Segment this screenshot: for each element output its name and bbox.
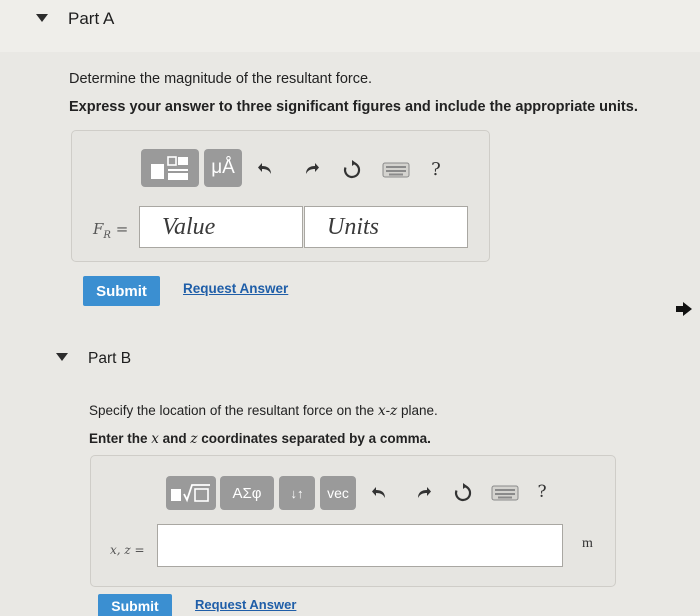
part-a-collapse-icon[interactable]: [36, 14, 48, 22]
coordinates-input[interactable]: [157, 524, 563, 567]
units-button[interactable]: μÅ: [204, 149, 242, 187]
part-b-title: Part B: [88, 350, 132, 367]
help-icon[interactable]: ?: [426, 157, 446, 181]
part-a-submit-button[interactable]: Submit: [83, 276, 160, 306]
units-symbol: μÅ: [211, 157, 235, 178]
reset-icon[interactable]: [340, 158, 364, 182]
mouse-cursor-icon: [676, 302, 692, 316]
keyboard-icon[interactable]: [381, 161, 411, 179]
part-a-question: Determine the magnitude of the resultant…: [69, 71, 373, 87]
fr-label: FR =: [93, 220, 129, 241]
part-b-question: Specify the location of the resultant fo…: [89, 403, 438, 419]
part-b-request-answer-link[interactable]: Request Answer: [195, 597, 296, 612]
reset-icon[interactable]: [451, 481, 475, 505]
part-a-request-answer-link[interactable]: Request Answer: [183, 281, 288, 296]
units-input[interactable]: Units: [304, 206, 468, 248]
part-b-submit-button[interactable]: Submit: [98, 594, 172, 616]
xz-label: x, z =: [110, 543, 145, 557]
part-b-instruction: Enter the x and z coordinates separated …: [89, 431, 431, 447]
value-input[interactable]: Value: [139, 206, 303, 248]
templates-button[interactable]: [141, 149, 199, 187]
templates-icon: [151, 156, 188, 180]
part-a-instruction: Express your answer to three significant…: [69, 99, 638, 115]
swap-button[interactable]: ↓↑: [279, 476, 315, 510]
redo-icon[interactable]: [411, 482, 435, 504]
vector-button[interactable]: vec: [320, 476, 356, 510]
part-b-collapse-icon[interactable]: [56, 353, 68, 361]
unit-label: m: [582, 536, 593, 551]
part-a-title: Part A: [68, 9, 115, 28]
undo-icon[interactable]: [368, 482, 392, 504]
templates-root-icon: [171, 484, 210, 503]
redo-icon[interactable]: [299, 158, 323, 180]
undo-icon[interactable]: [254, 158, 278, 180]
templates-root-button[interactable]: [166, 476, 216, 510]
greek-symbols-button[interactable]: ΑΣφ: [220, 476, 274, 510]
keyboard-icon[interactable]: [490, 484, 520, 502]
help-icon[interactable]: ?: [532, 480, 552, 504]
part-b-answer-box: [90, 455, 616, 587]
